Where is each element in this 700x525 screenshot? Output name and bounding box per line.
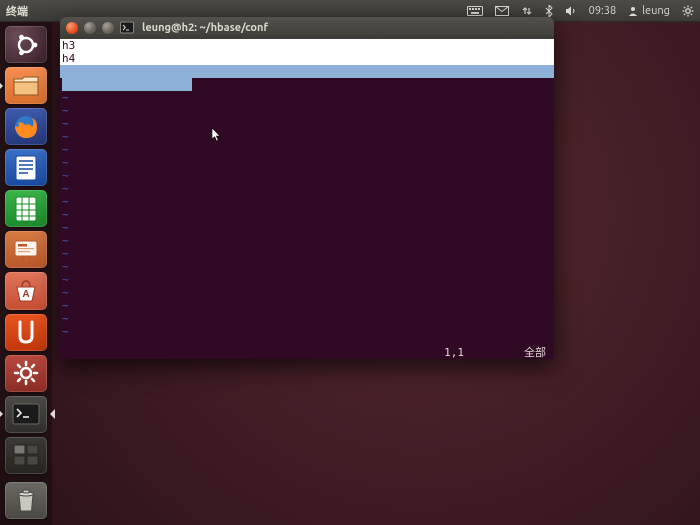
trash-icon bbox=[15, 487, 37, 513]
vim-empty-line: ~ bbox=[60, 169, 554, 182]
clock[interactable]: 09:38 bbox=[583, 5, 623, 17]
launcher: A bbox=[0, 22, 52, 525]
trash-button[interactable] bbox=[5, 482, 47, 519]
calc-icon bbox=[14, 195, 38, 223]
vim-empty-line: ~ bbox=[60, 312, 554, 325]
ubuntu-logo-icon bbox=[12, 31, 40, 59]
app-title: 终端 bbox=[0, 3, 28, 19]
vim-empty-line: ~ bbox=[60, 91, 554, 104]
user-icon bbox=[628, 6, 638, 16]
terminal-titlebar[interactable]: leung@h2: ~/hbase/conf bbox=[60, 17, 554, 39]
gear-icon bbox=[12, 359, 40, 387]
svg-text:A: A bbox=[22, 289, 29, 300]
dash-button[interactable] bbox=[5, 26, 47, 63]
editor-selection bbox=[60, 65, 554, 78]
ubuntu-one-button[interactable] bbox=[5, 314, 47, 351]
sound-icon bbox=[565, 6, 577, 16]
vim-empty-line: ~ bbox=[60, 117, 554, 130]
vim-empty-line: ~ bbox=[60, 221, 554, 234]
scroll-indicator: 全部 bbox=[524, 346, 546, 359]
workspace-switcher-button[interactable] bbox=[5, 437, 47, 474]
keyboard-icon bbox=[467, 6, 483, 16]
gear-icon bbox=[682, 5, 694, 17]
files-button[interactable] bbox=[5, 67, 47, 104]
vim-empty-line: ~ bbox=[60, 143, 554, 156]
username-label: leung bbox=[642, 5, 670, 17]
files-icon bbox=[13, 75, 39, 97]
software-center-button[interactable]: A bbox=[5, 272, 47, 309]
software-center-icon: A bbox=[13, 278, 39, 304]
calc-button[interactable] bbox=[5, 190, 47, 227]
ubuntu-one-icon bbox=[16, 320, 36, 344]
keyboard-indicator[interactable] bbox=[461, 6, 489, 16]
firefox-icon bbox=[12, 113, 40, 141]
terminal-icon bbox=[12, 403, 40, 425]
vim-empty-line: ~ bbox=[60, 286, 554, 299]
user-menu[interactable]: leung bbox=[622, 5, 676, 17]
vim-empty-line: ~ bbox=[60, 182, 554, 195]
vim-empty-line: ~ bbox=[60, 104, 554, 117]
vim-empty-line: ~ bbox=[60, 208, 554, 221]
vim-empty-line: ~ bbox=[60, 130, 554, 143]
impress-icon bbox=[13, 238, 39, 262]
vim-empty-line: ~ bbox=[60, 260, 554, 273]
sound-indicator[interactable] bbox=[559, 6, 583, 16]
terminal-title: leung@h2: ~/hbase/conf bbox=[142, 22, 268, 34]
bluetooth-indicator[interactable] bbox=[539, 5, 559, 17]
terminal-body[interactable]: h3 h4 ~~~~~~~~~~~~~~~~~~~ 1,1 全部 bbox=[60, 39, 554, 359]
system-settings-button[interactable] bbox=[5, 355, 47, 392]
cursor-position: 1,1 bbox=[444, 346, 464, 359]
workspace-switcher-icon bbox=[13, 444, 39, 466]
vim-empty-line: ~ bbox=[60, 325, 554, 338]
firefox-button[interactable] bbox=[5, 108, 47, 145]
vim-empty-line: ~ bbox=[60, 299, 554, 312]
terminal-button[interactable] bbox=[5, 396, 47, 433]
editor-line: h3 bbox=[60, 39, 554, 52]
mail-icon bbox=[495, 6, 509, 16]
terminal-window: leung@h2: ~/hbase/conf h3 h4 ~~~~~~~~~~~… bbox=[60, 17, 554, 359]
vim-empty-line: ~ bbox=[60, 247, 554, 260]
bluetooth-icon bbox=[545, 5, 553, 17]
terminal-titlebar-icon bbox=[120, 21, 134, 35]
editor-partial-selection bbox=[60, 78, 554, 91]
vim-empty-line: ~ bbox=[60, 195, 554, 208]
close-button[interactable] bbox=[66, 22, 78, 34]
network-indicator[interactable] bbox=[515, 5, 539, 17]
minimize-button[interactable] bbox=[84, 22, 96, 34]
session-indicator[interactable] bbox=[676, 5, 700, 17]
editor-line: h4 bbox=[60, 52, 554, 65]
vim-empty-line: ~ bbox=[60, 273, 554, 286]
maximize-button[interactable] bbox=[102, 22, 114, 34]
vim-empty-line: ~ bbox=[60, 234, 554, 247]
writer-button[interactable] bbox=[5, 149, 47, 186]
network-icon bbox=[521, 5, 533, 17]
impress-button[interactable] bbox=[5, 231, 47, 268]
vim-status-line: 1,1 全部 bbox=[60, 346, 554, 359]
mail-indicator[interactable] bbox=[489, 6, 515, 16]
vim-empty-line: ~ bbox=[60, 156, 554, 169]
writer-icon bbox=[14, 154, 38, 182]
